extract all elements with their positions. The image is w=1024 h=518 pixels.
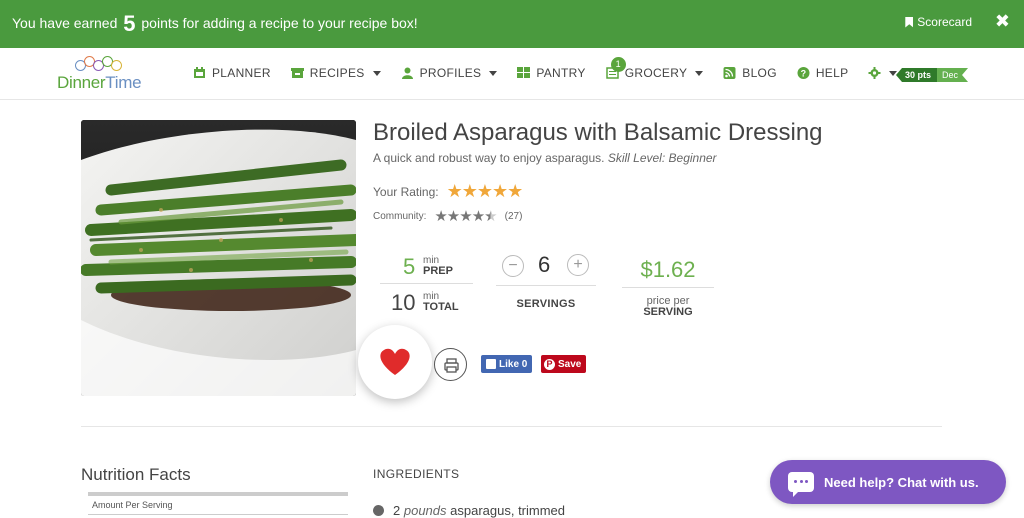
- total-time: 10 min TOTAL: [380, 288, 473, 320]
- ingredient-unit: pounds: [403, 503, 447, 518]
- user-icon: [401, 67, 413, 79]
- facebook-like-label: Like 0: [499, 358, 528, 370]
- price-serving-label: SERVING: [643, 306, 693, 318]
- your-rating: Your Rating: ★★★★★: [373, 181, 524, 202]
- price-per-serving: $1.62 price per SERVING: [622, 254, 714, 324]
- prep-value: 5: [403, 254, 416, 279]
- chat-button[interactable]: Need help? Chat with us.: [770, 460, 1006, 504]
- servings-value: 6: [538, 252, 551, 277]
- nav-menu: PLANNER RECIPES PROFILES PANTRY 1 GROCER…: [193, 57, 917, 80]
- community-rating: Community: ★★★★★ (27): [373, 207, 522, 225]
- points-banner: You have earned 5 points for adding a re…: [0, 0, 1024, 48]
- ingredient-text: 2 pounds asparagus, trimmed: [393, 503, 565, 518]
- recipe-box-icon: [290, 68, 304, 78]
- points-earned: 5: [123, 11, 136, 36]
- gear-icon: [868, 67, 881, 79]
- ingredient-name: asparagus, trimmed: [450, 503, 566, 518]
- nav-item-recipes[interactable]: RECIPES: [290, 66, 381, 80]
- nav-item-profiles[interactable]: PROFILES: [401, 66, 498, 80]
- nutrition-bar: [88, 492, 348, 496]
- nav-label-grocery: GROCERY: [624, 66, 688, 80]
- servings-stepper: − 6 + SERVINGS: [496, 250, 596, 320]
- points-message-prefix: You have earned: [12, 15, 118, 31]
- chevron-down-icon: [489, 70, 498, 76]
- calendar-icon: [194, 67, 205, 78]
- chevron-down-icon: [695, 70, 704, 76]
- rss-icon: [723, 67, 736, 79]
- facebook-like-button[interactable]: Like 0: [481, 355, 533, 373]
- nav-label-recipes: RECIPES: [309, 66, 365, 80]
- nav-item-blog[interactable]: BLOG: [723, 66, 777, 80]
- total-value: 10: [391, 290, 416, 315]
- nav-item-pantry[interactable]: PANTRY: [517, 66, 585, 80]
- amount-per-serving: Amount Per Serving: [92, 500, 173, 510]
- pinterest-save-button[interactable]: P Save: [541, 355, 587, 373]
- recipe-description-text: A quick and robust way to enjoy asparagu…: [373, 151, 605, 165]
- dinnertime-logo[interactable]: DinnerTime: [57, 56, 143, 96]
- chat-label: Need help? Chat with us.: [824, 474, 979, 490]
- chat-bubble-icon: [788, 472, 814, 497]
- community-label: Community:: [373, 210, 427, 222]
- question-icon: ?: [797, 67, 810, 79]
- logo-text: DinnerTime: [57, 73, 142, 92]
- prep-label: PREP: [423, 265, 453, 277]
- nav-item-help[interactable]: ? HELP: [797, 66, 849, 80]
- nav-item-grocery[interactable]: 1 GROCERY: [605, 57, 704, 80]
- scorecard-label: Scorecard: [917, 15, 972, 29]
- nav-label-help: HELP: [815, 66, 849, 80]
- nav-label-blog: BLOG: [742, 66, 777, 80]
- nav-label-profiles: PROFILES: [419, 66, 482, 80]
- nutrition-divider: [88, 514, 348, 515]
- recipe-description: A quick and robust way to enjoy asparagu…: [373, 151, 717, 165]
- total-labels: min TOTAL: [423, 291, 459, 313]
- recipe-title: Broiled Asparagus with Balsamic Dressing: [373, 119, 823, 146]
- price-divider: [622, 287, 714, 288]
- grid-icon: [517, 67, 531, 78]
- favorite-button[interactable]: [358, 325, 432, 399]
- points-month: Dec: [937, 68, 968, 82]
- servings-minus-button[interactable]: −: [502, 255, 524, 277]
- print-button[interactable]: [434, 348, 467, 381]
- servings-divider: [496, 285, 596, 286]
- chevron-down-icon: [372, 70, 381, 76]
- prep-labels: min PREP: [423, 255, 453, 277]
- asparagus-image: [81, 120, 356, 396]
- community-count: (27): [504, 210, 523, 222]
- svg-text:?: ?: [800, 69, 806, 79]
- points-badge[interactable]: 30 pts Dec: [896, 68, 968, 82]
- pinterest-icon: P: [544, 358, 555, 370]
- thumbs-up-icon: [486, 359, 496, 369]
- price-value: $1.62: [640, 257, 696, 282]
- nav-label-pantry: PANTRY: [536, 66, 586, 80]
- servings-label: SERVINGS: [516, 298, 576, 310]
- bookmark-icon: [905, 16, 914, 28]
- section-divider: [81, 426, 942, 427]
- your-rating-stars[interactable]: ★★★★★: [447, 181, 524, 202]
- nav-item-planner[interactable]: PLANNER: [193, 66, 271, 80]
- grocery-count-badge: 1: [610, 57, 626, 72]
- total-label: TOTAL: [423, 301, 459, 313]
- scorecard-link[interactable]: Scorecard: [905, 15, 972, 29]
- points-message: You have earned 5 points for adding a re…: [12, 11, 418, 37]
- heart-icon: [380, 348, 410, 375]
- your-rating-label: Your Rating:: [373, 184, 439, 199]
- pinterest-save-label: Save: [558, 358, 582, 370]
- ingredient-check-icon[interactable]: [373, 505, 384, 516]
- ingredient-item: 2 pounds asparagus, trimmed: [373, 503, 565, 518]
- nutrition-facts-title: Nutrition Facts: [81, 465, 191, 484]
- community-rating-stars: ★★★★★: [434, 208, 497, 225]
- ingredient-quantity: 2: [393, 503, 401, 518]
- ingredients-title: INGREDIENTS: [373, 467, 460, 481]
- main-nav: DinnerTime PLANNER RECIPES PROFILES PANT…: [0, 48, 1024, 100]
- skill-level: Skill Level: Beginner: [607, 151, 717, 165]
- close-icon[interactable]: ✖: [995, 12, 1010, 30]
- printer-icon: [444, 358, 459, 373]
- points-total: 30 pts: [896, 68, 938, 82]
- prep-time: 5 min PREP: [380, 252, 473, 284]
- settings-menu[interactable]: [868, 67, 898, 79]
- servings-plus-button[interactable]: +: [567, 254, 589, 276]
- recipe-photo: [81, 120, 356, 396]
- points-message-suffix: points for adding a recipe to your recip…: [141, 15, 418, 31]
- nav-label-planner: PLANNER: [212, 66, 271, 80]
